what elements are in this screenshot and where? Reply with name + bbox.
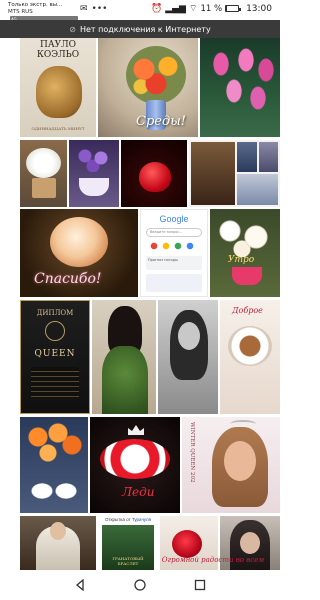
dobroe-text: Доброе	[232, 306, 263, 315]
wifi-icon: ⌔	[188, 4, 198, 14]
alarm-icon: ⏰	[151, 3, 163, 14]
tile-winter-queen[interactable]: WINTER QUEEN 202	[182, 417, 280, 513]
tile-good-morning-coffee[interactable]: Доброе	[220, 300, 280, 414]
veiled-face	[240, 532, 260, 554]
diploma-emblem	[45, 321, 65, 341]
tile-diploma-queen[interactable]: ДИПЛОМ QUEEN	[20, 300, 90, 414]
collage-photo-2	[237, 142, 257, 172]
collage-photo-main	[191, 142, 235, 205]
tulips	[206, 46, 276, 126]
tile-tulips[interactable]	[200, 38, 280, 137]
tile-flower-pot[interactable]	[20, 140, 67, 207]
flower-bouquet	[126, 46, 186, 104]
lady-text: Леди	[122, 485, 155, 499]
violets	[75, 146, 113, 172]
google-feed-card	[146, 274, 202, 292]
status-bar: Только экстр. вы... MTS RUS4G ✉ ••• ⏰ ▂▄…	[0, 0, 280, 23]
notification-title: Только экстр. вы...	[8, 2, 63, 8]
collage-photo-3	[259, 142, 278, 172]
postcard-label: Открытка от	[104, 517, 131, 522]
messenger-icon: ✉	[80, 4, 88, 14]
rose-cake	[100, 439, 170, 479]
winter-queen-text: WINTER QUEEN 202	[189, 422, 195, 483]
tile-book-koelo[interactable]: ПАУЛО КОЭЛЬО ОДИННАДЦАТЬ МИНУТ	[20, 38, 96, 137]
book-title-granat: ГРАНАТОВЫЙ БРАСЛЕТ	[112, 556, 144, 566]
cup	[232, 267, 262, 285]
tile-morning-roses[interactable]: Утро	[210, 209, 280, 297]
tile-rose-cake-lady[interactable]: Леди	[90, 417, 180, 513]
tile-postcard-book[interactable]: Открытка от Турачуля ГРАНАТОВЫЙ БРАСЛЕТ	[98, 516, 158, 570]
google-search-box: Введите запрос...	[146, 228, 202, 237]
teacup	[79, 178, 109, 196]
back-icon[interactable]	[73, 578, 87, 592]
red-heart	[139, 162, 171, 192]
morning-text: Утро	[228, 255, 255, 265]
white-flowers	[26, 148, 61, 178]
offline-icon: ⊘	[69, 24, 76, 34]
carrier-name: MTS RUS	[8, 9, 33, 15]
orange-roses	[26, 423, 82, 467]
status-icons: ✉ •••	[80, 4, 107, 14]
more-icon: •••	[91, 4, 108, 14]
google-shortcut-row	[149, 242, 199, 250]
joy-caption: Огромной радости во всем	[161, 556, 265, 564]
postcard-author: Турачуля	[131, 517, 152, 522]
google-weather-card: Прогноз погоды	[146, 256, 202, 270]
peach-rose	[50, 217, 108, 267]
tea-cups	[30, 481, 78, 501]
tile-orange-roses-tea[interactable]	[20, 417, 88, 513]
wednesday-greeting: Среды!	[136, 114, 187, 129]
collage-photo-4	[237, 174, 278, 205]
navigation-bar	[0, 570, 280, 600]
postcard-header: Открытка от Турачуля	[98, 516, 158, 524]
photo-grid: ПАУЛО КОЭЛЬО ОДИННАДЦАТЬ МИНУТ Среды! Сп…	[0, 38, 280, 570]
bw-face	[178, 322, 200, 350]
tile-woman-green-dress[interactable]	[92, 300, 156, 414]
pot	[32, 178, 56, 198]
system-status: ⏰ ▂▄▆ ⌔ 11 % 13:00	[151, 3, 272, 15]
book-author: ПАУЛО КОЭЛЬО	[36, 40, 80, 60]
home-icon[interactable]	[133, 578, 147, 592]
diploma-title: ДИПЛОМ	[36, 309, 74, 317]
tile-portrait-collage[interactable]	[189, 140, 280, 207]
white-roses	[216, 217, 274, 257]
offline-banner-text: Нет подключения к Интернету	[79, 24, 211, 34]
book-subtitle: ОДИННАДЦАТЬ МИНУТ	[31, 126, 85, 131]
tile-thanks-rose[interactable]: Спасибо!	[20, 209, 138, 297]
red-rose	[172, 530, 202, 558]
tile-red-rose-heart[interactable]	[121, 140, 187, 207]
offline-banner: ⊘ Нет подключения к Интернету	[0, 20, 280, 38]
signal-icon: ▂▄▆	[165, 3, 186, 14]
clock: 13:00	[246, 3, 272, 14]
woman-blonde-face	[224, 441, 256, 481]
diploma-queen: QUEEN	[34, 349, 76, 359]
tile-violets-cup[interactable]	[69, 140, 119, 207]
battery-icon	[225, 5, 242, 12]
empress-face	[50, 522, 66, 540]
tile-google-screenshot[interactable]: Google Введите запрос... Прогноз погоды	[140, 209, 208, 297]
thanks-text: Спасибо!	[34, 271, 102, 287]
recents-icon[interactable]	[193, 578, 207, 592]
heart-coffee-cup	[228, 326, 272, 366]
crown	[128, 425, 144, 435]
google-logo: Google	[159, 214, 189, 224]
battery-percent: 11 %	[200, 3, 223, 14]
tile-empress-portrait[interactable]	[20, 516, 96, 570]
tile-wednesday[interactable]: Среды!	[98, 38, 198, 137]
woman-dress	[102, 346, 148, 414]
rose-head-illustration	[36, 66, 82, 118]
diploma-lines	[31, 367, 79, 397]
tile-bw-portrait[interactable]	[158, 300, 218, 414]
